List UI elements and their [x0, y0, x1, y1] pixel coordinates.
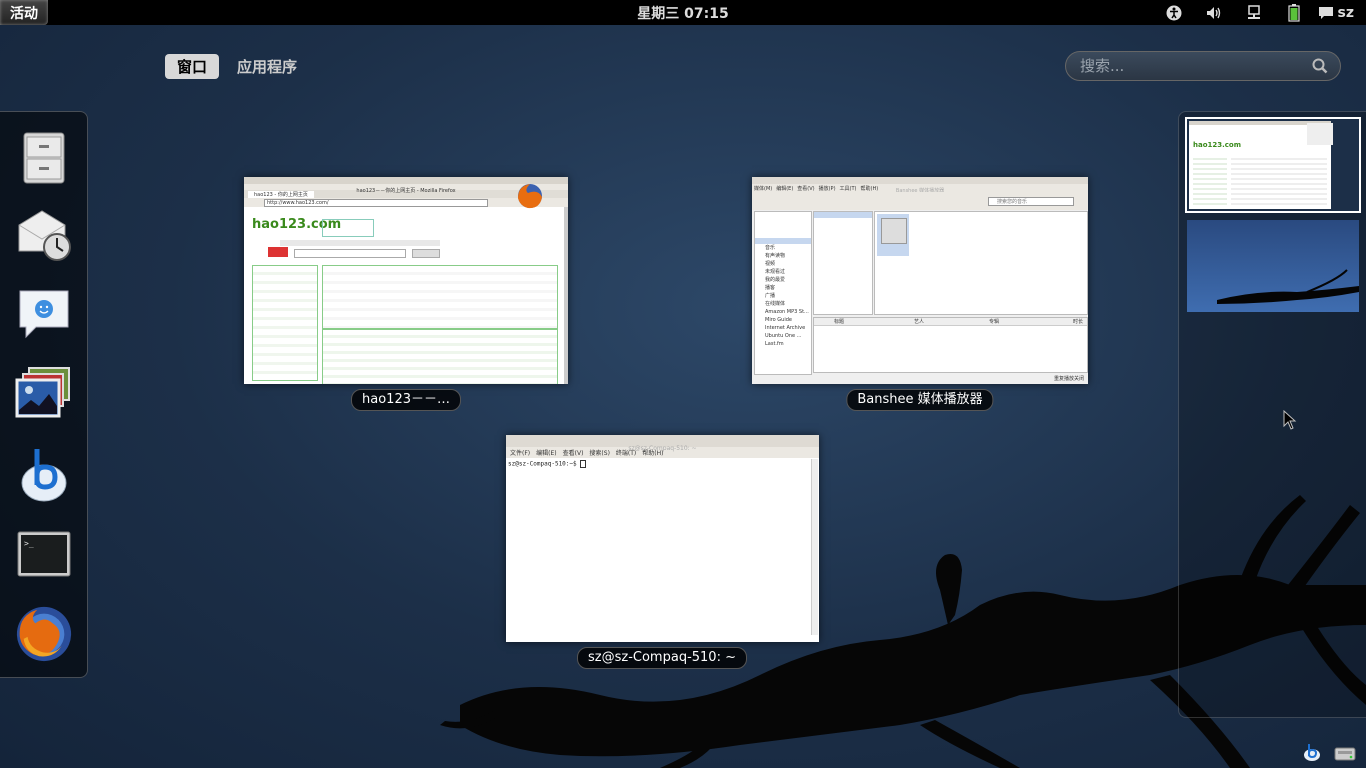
banshee-sidebar-list: 音乐 有声读物 视频 未观看过 我的最爱 播客 广播 在线媒体 Amazon M…	[765, 245, 809, 347]
chat-bubble-icon	[19, 290, 69, 339]
mail-clock-icon	[18, 210, 71, 261]
dash: >_	[0, 111, 88, 678]
search-box[interactable]	[1065, 51, 1341, 81]
banshee-album-pane	[874, 211, 1088, 315]
firefox-tab: hao123 - 你的上网主页	[248, 190, 314, 198]
firefox-urlbar: http://www.hao123.com/	[264, 198, 488, 207]
banshee-tray-icon[interactable]	[1302, 742, 1322, 762]
terminal-titlebar: sz@sz-Compaq-510: ~	[506, 435, 819, 452]
workspace-2[interactable]	[1187, 220, 1359, 312]
file-cabinet-icon	[23, 132, 65, 184]
terminal-scrollbar	[811, 459, 818, 635]
search-input[interactable]	[1078, 56, 1312, 76]
dash-item-terminal[interactable]: >_	[14, 524, 74, 584]
workspace-1-hao123-logo: hao123.com	[1193, 141, 1242, 149]
firefox-logo-icon	[518, 184, 542, 209]
system-tray: sz	[1154, 0, 1366, 25]
terminal-icon: >_	[17, 531, 71, 577]
firefox-title: hao123－－你的上网主页 - Mozilla Firefox	[356, 188, 456, 194]
workspace-2-wallpaper	[1217, 269, 1359, 304]
banshee-status: 重复播放关闭	[1053, 376, 1084, 382]
dash-item-files[interactable]	[14, 128, 74, 188]
tab-applications[interactable]: 应用程序	[225, 54, 309, 79]
clock[interactable]: 星期三 07:15	[637, 0, 728, 25]
terminal-prompt: sz@sz-Compaq-510:~$	[508, 460, 581, 468]
tab-windows[interactable]: 窗口	[165, 54, 220, 79]
message-tray	[1302, 742, 1356, 762]
activities-label: 活动	[10, 5, 38, 22]
banshee-sidebar: 音乐 有声读物 视频 未观看过 我的最爱 播客 广播 在线媒体 Amazon M…	[754, 211, 812, 375]
firefox-window-thumbnail[interactable]: hao123－－你的上网主页 - Mozilla Firefox hao123 …	[244, 177, 568, 384]
hao123-famous-sites	[322, 265, 558, 329]
firefox-window-caption[interactable]: hao123－－…	[351, 389, 461, 411]
banshee-toolbar: 搜索您的音乐	[752, 192, 1088, 210]
banshee-artist-pane	[813, 211, 873, 315]
workspace-switcher: hao123.com	[1178, 111, 1366, 718]
banshee-album-tile	[877, 214, 909, 256]
top-panel: 活动 星期三 07:15 sz	[0, 0, 1366, 25]
banshee-window-caption[interactable]: Banshee 媒体播放器	[846, 389, 994, 411]
dash-item-photos[interactable]	[14, 364, 74, 424]
terminal-window-caption[interactable]: sz@sz-Compaq-510: ~	[577, 647, 747, 669]
banshee-track-list: 标题 艺人 专辑 时长	[813, 317, 1088, 373]
activities-button[interactable]: 活动	[0, 0, 48, 25]
dash-item-mail[interactable]	[14, 204, 74, 264]
volume-icon[interactable]	[1194, 0, 1234, 25]
firefox-icon	[16, 606, 72, 662]
battery-icon[interactable]	[1274, 0, 1314, 25]
dash-item-empathy[interactable]	[14, 284, 74, 344]
view-selector: 窗口 应用程序	[165, 54, 309, 79]
photos-icon	[15, 367, 70, 418]
terminal-menubar: 文件(F) 编辑(E) 查看(V) 搜索(S) 终端(T) 帮助(H)	[506, 447, 819, 458]
user-name: sz	[1337, 4, 1354, 21]
terminal-cursor	[580, 460, 587, 468]
banshee-titlebar: Banshee 媒体播放器	[752, 177, 1088, 194]
hao123-login-box	[322, 219, 374, 237]
banshee-search: 搜索您的音乐	[988, 197, 1074, 206]
hao123-left-column	[252, 265, 318, 381]
clock-label: 星期三 07:15	[637, 5, 729, 22]
network-icon[interactable]	[1234, 0, 1274, 25]
banshee-column-header: 标题 艺人 专辑 时长	[814, 318, 1087, 326]
terminal-content: sz@sz-Compaq-510:~$	[506, 458, 819, 470]
dash-item-firefox[interactable]	[14, 604, 74, 664]
hao123-search-tabs	[280, 240, 440, 246]
banshee-window-thumbnail[interactable]: Banshee 媒体播放器 媒体(M) 编辑(E) 查看(V) 播放(P) 工具…	[752, 177, 1088, 384]
svg-text:>_: >_	[24, 539, 34, 548]
chat-status-icon	[1318, 6, 1333, 19]
dash-item-banshee[interactable]	[14, 444, 74, 504]
firefox-scrollbar	[564, 207, 568, 384]
banshee-icon	[21, 449, 67, 502]
disk-tray-icon[interactable]	[1334, 742, 1356, 762]
user-menu[interactable]: sz	[1314, 5, 1366, 21]
accessibility-icon[interactable]	[1154, 0, 1194, 25]
workspace-1[interactable]: hao123.com	[1185, 117, 1361, 213]
terminal-window-thumbnail[interactable]: sz@sz-Compaq-510: ~ 文件(F) 编辑(E) 查看(V) 搜索…	[506, 435, 819, 642]
baidu-logo	[268, 247, 288, 257]
search-icon	[1312, 58, 1328, 74]
hao123-search-field	[294, 249, 406, 258]
hao123-search-button	[412, 249, 440, 258]
hao123-categories	[322, 329, 558, 384]
